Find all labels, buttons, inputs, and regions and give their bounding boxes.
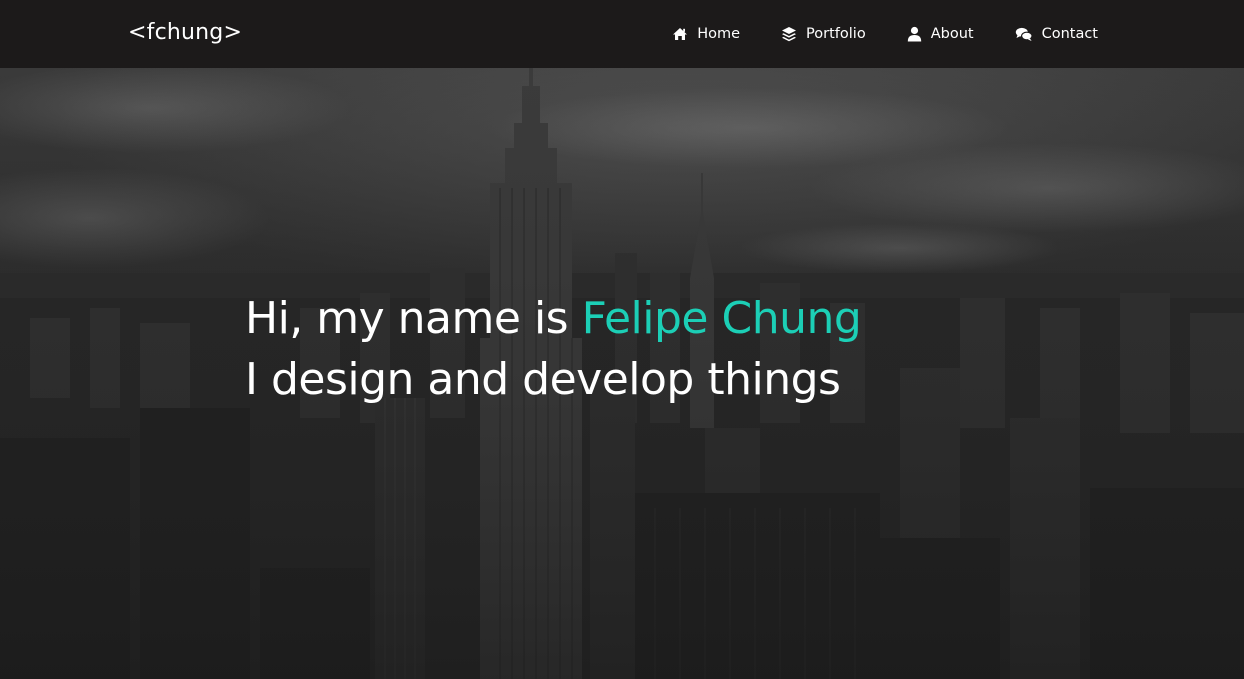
hero-section: Hi, my name is Felipe Chung I design and… bbox=[0, 68, 1244, 679]
hero-tagline: I design and develop things bbox=[245, 354, 841, 405]
nav-item-label: Home bbox=[697, 26, 741, 42]
intro-text: Hi, my name is bbox=[245, 293, 582, 344]
layers-icon bbox=[781, 26, 797, 42]
nav-item-label: Portfolio bbox=[806, 26, 866, 42]
nav-item-label: Contact bbox=[1041, 26, 1098, 42]
top-navbar: <fchung> Home Portfolio About Contact bbox=[0, 0, 1244, 68]
user-icon bbox=[907, 26, 922, 42]
nav-item-label: About bbox=[930, 26, 974, 42]
hero-line-intro: Hi, my name is Felipe Chung bbox=[245, 288, 862, 349]
nav-item-about[interactable]: About bbox=[907, 26, 974, 42]
chat-icon bbox=[1015, 27, 1033, 42]
brand-logo-link[interactable]: <fchung> bbox=[128, 17, 242, 49]
nav-item-contact[interactable]: Contact bbox=[1015, 26, 1098, 42]
nav-item-home[interactable]: Home bbox=[672, 26, 740, 42]
hero-headline: Hi, my name is Felipe Chung I design and… bbox=[245, 288, 862, 410]
hero-name: Felipe Chung bbox=[581, 293, 862, 344]
nav-links: Home Portfolio About Contact bbox=[672, 0, 1098, 68]
home-icon bbox=[672, 27, 688, 41]
nav-item-portfolio[interactable]: Portfolio bbox=[781, 26, 866, 42]
